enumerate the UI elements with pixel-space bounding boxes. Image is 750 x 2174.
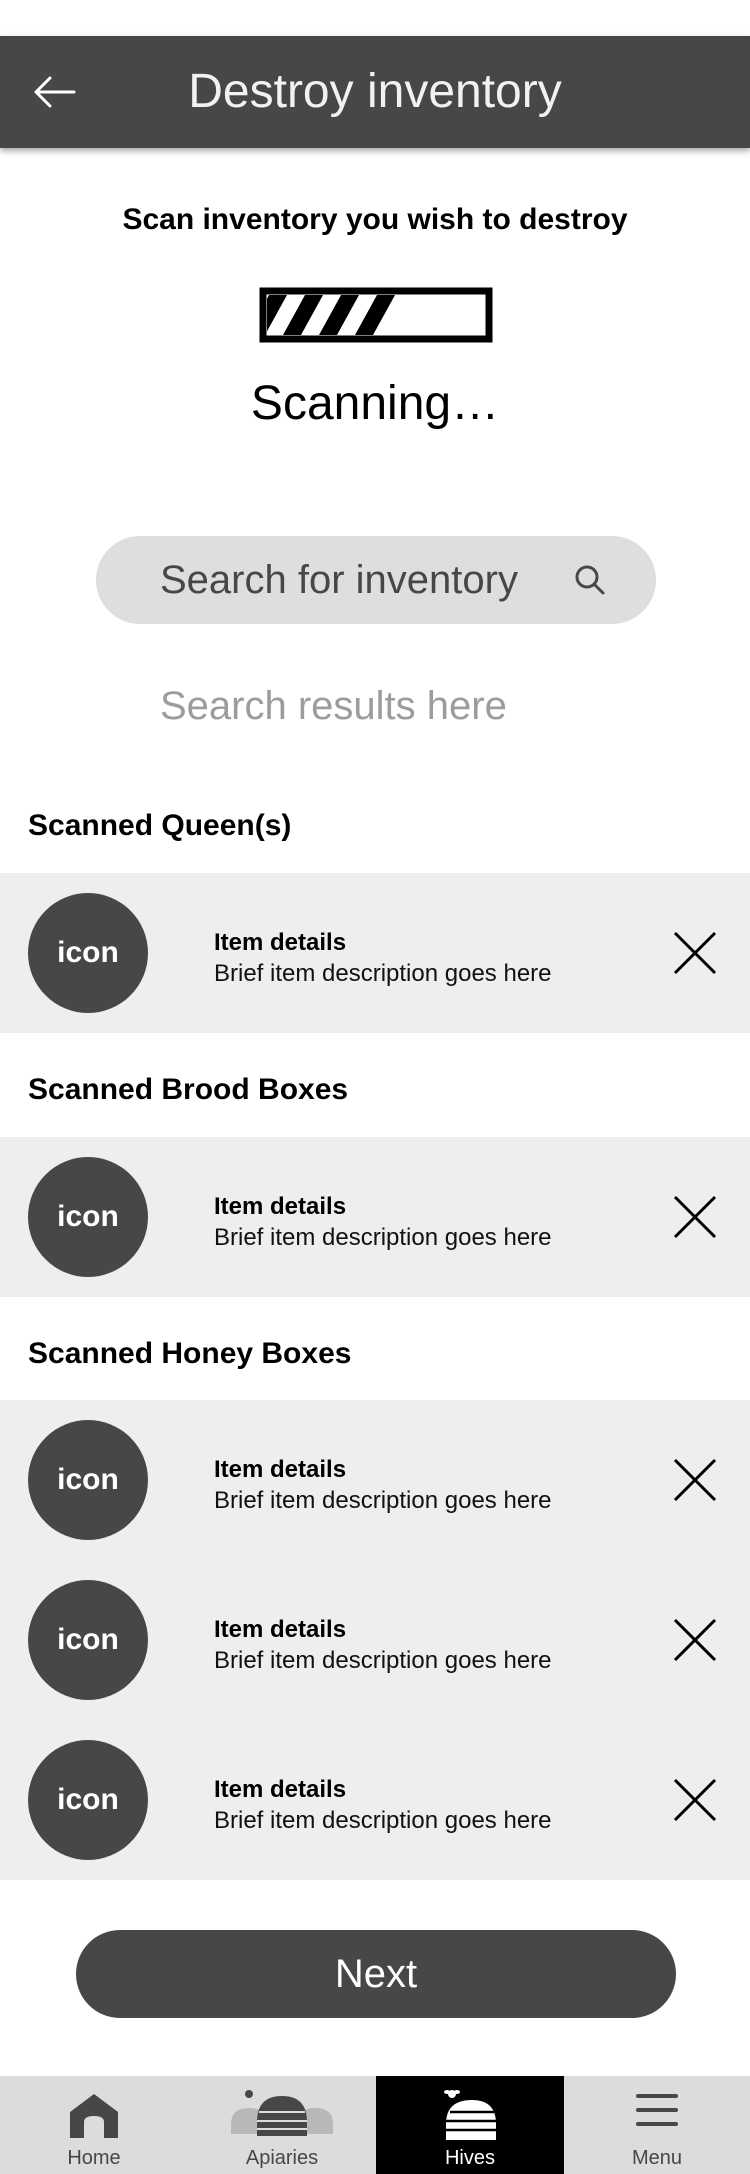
home-icon (70, 2094, 118, 2138)
queens-list: icon Item details Brief item description… (0, 873, 750, 1033)
item-description: Brief item description goes here (214, 1224, 552, 1251)
list-item[interactable]: icon Item details Brief item description… (0, 873, 750, 1033)
item-title: Item details (214, 1193, 347, 1220)
search-results-placeholder: Search results here (160, 684, 507, 728)
apiaries-icon (231, 2090, 333, 2136)
scan-status: Scanning… (250, 377, 500, 430)
nav-item-apiaries[interactable]: Apiaries (188, 2076, 376, 2174)
item-description: Brief item description goes here (214, 1487, 552, 1514)
page-title: Destroy inventory (188, 65, 562, 118)
search-bar[interactable] (96, 536, 656, 624)
item-icon: icon (28, 1157, 148, 1277)
search-input[interactable] (160, 552, 560, 608)
beehive-icon (444, 2090, 496, 2140)
item-title: Item details (214, 929, 347, 956)
nav-label-menu: Menu (631, 2147, 683, 2169)
section-title-honey-boxes: Scanned Honey Boxes (28, 1337, 352, 1370)
item-title: Item details (214, 1616, 347, 1643)
section-title-brood-boxes: Scanned Brood Boxes (28, 1073, 349, 1106)
close-icon[interactable] (672, 1457, 718, 1503)
nav-label-hives: Hives (444, 2147, 495, 2169)
item-title: Item details (214, 1776, 347, 1803)
close-icon[interactable] (672, 1194, 718, 1240)
section-title-queens: Scanned Queen(s) (28, 809, 292, 842)
item-description: Brief item description goes here (214, 960, 552, 987)
nav-label-home: Home (67, 2147, 121, 2169)
item-title: Item details (214, 1456, 347, 1483)
item-description: Brief item description goes here (214, 1807, 552, 1834)
list-item[interactable]: icon Item details Brief item description… (0, 1400, 750, 1560)
next-button[interactable]: Next (76, 1930, 676, 2018)
close-icon[interactable] (672, 1617, 718, 1663)
list-item[interactable]: icon Item details Brief item description… (0, 1720, 750, 1880)
bottom-nav: Home Apiaries Hives Menu (0, 2076, 750, 2174)
scan-progress-bar (259, 287, 493, 343)
app-header: Destroy inventory (0, 36, 750, 148)
close-icon[interactable] (672, 930, 718, 976)
scan-instruction: Scan inventory you wish to destroy (122, 203, 628, 236)
search-icon[interactable] (572, 562, 608, 598)
nav-label-apiaries: Apiaries (245, 2147, 319, 2169)
brood-boxes-list: icon Item details Brief item description… (0, 1137, 750, 1297)
item-icon: icon (28, 1420, 148, 1540)
list-item[interactable]: icon Item details Brief item description… (0, 1560, 750, 1720)
hamburger-menu-icon (636, 2094, 678, 2126)
honey-boxes-list: icon Item details Brief item description… (0, 1400, 750, 1880)
nav-item-home[interactable]: Home (0, 2076, 188, 2174)
close-icon[interactable] (672, 1777, 718, 1823)
item-icon: icon (28, 1580, 148, 1700)
nav-item-menu[interactable]: Menu (564, 2076, 750, 2174)
item-icon: icon (28, 1740, 148, 1860)
item-icon: icon (28, 893, 148, 1013)
item-description: Brief item description goes here (214, 1647, 552, 1674)
list-item[interactable]: icon Item details Brief item description… (0, 1137, 750, 1297)
nav-item-hives[interactable]: Hives (376, 2076, 564, 2174)
